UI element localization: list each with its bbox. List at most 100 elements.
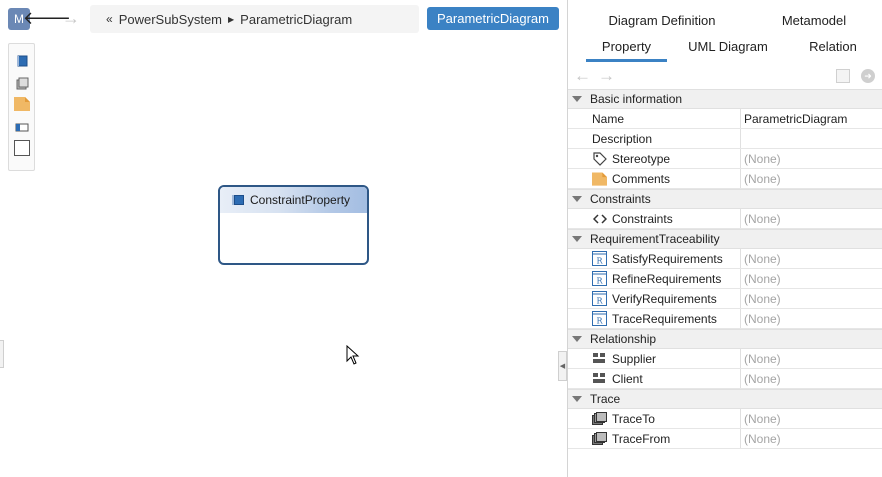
section-header[interactable]: Constraints (568, 189, 882, 209)
property-name: TraceFrom (568, 429, 741, 448)
properties-panel: Diagram Definition Metamodel Property UM… (567, 0, 882, 477)
property-value[interactable]: (None) (741, 169, 882, 188)
property-row[interactable]: TraceFrom (None) (568, 429, 882, 449)
property-value[interactable]: (None) (741, 249, 882, 268)
property-row[interactable]: R VerifyRequirements (None) (568, 289, 882, 309)
svg-text:R: R (596, 317, 603, 326)
section-header[interactable]: Relationship (568, 329, 882, 349)
property-row[interactable]: Stereotype (None) (568, 149, 882, 169)
section-title: Basic information (590, 92, 683, 106)
property-name-label: SatisfyRequirements (612, 251, 723, 266)
tab-diagram-definition[interactable]: Diagram Definition (602, 10, 722, 32)
property-row[interactable]: TraceTo (None) (568, 409, 882, 429)
collapse-triangle-icon[interactable] (572, 196, 582, 202)
constraint-property-label: ConstraintProperty (250, 193, 351, 207)
property-name-label: Client (612, 371, 643, 386)
panel-toolbar: ← → ➜ (568, 64, 882, 90)
tab-uml-diagram[interactable]: UML Diagram (683, 36, 773, 58)
section-title: Relationship (590, 332, 657, 346)
section-header[interactable]: Basic information (568, 89, 882, 109)
requirement-icon: R (592, 291, 607, 306)
property-name-label: TraceRequirements (612, 311, 717, 326)
requirement-icon: R (592, 251, 607, 266)
breadcrumb-separator-icon: ▶ (228, 14, 235, 24)
property-row[interactable]: R TraceRequirements (None) (568, 309, 882, 329)
property-value[interactable]: (None) (741, 209, 882, 228)
property-row[interactable]: Supplier (None) (568, 349, 882, 369)
collapse-triangle-icon[interactable] (572, 236, 582, 242)
property-name: Client (568, 369, 741, 388)
breadcrumb-root-icon[interactable]: « (106, 12, 113, 26)
panel-collapse-handle[interactable]: ◀ (558, 351, 567, 381)
collapse-triangle-icon[interactable] (572, 336, 582, 342)
diagram-palette (8, 43, 35, 171)
code-icon (592, 212, 607, 226)
back-arrow-icon[interactable]: 🡐 (23, 7, 71, 29)
tab-relation[interactable]: Relation (798, 36, 868, 58)
property-row[interactable]: R SatisfyRequirements (None) (568, 249, 882, 269)
constraint-block-icon (234, 195, 244, 205)
svg-text:R: R (596, 297, 603, 306)
property-value[interactable]: (None) (741, 309, 882, 328)
property-value[interactable]: (None) (741, 289, 882, 308)
property-row[interactable]: Description (568, 129, 882, 149)
part-icon[interactable] (14, 75, 30, 91)
document-icon[interactable] (836, 69, 850, 83)
property-name: R RefineRequirements (568, 269, 741, 288)
property-value[interactable]: ParametricDiagram (741, 109, 882, 128)
diagram-button[interactable]: ParametricDiagram (427, 7, 559, 30)
tab-property[interactable]: Property (586, 36, 667, 62)
property-value[interactable]: (None) (741, 429, 882, 448)
block-icon[interactable] (14, 53, 30, 69)
tabs-bottom: Property UML Diagram Relation (568, 36, 882, 62)
property-grid: Basic information Name ParametricDiagram De… (568, 89, 882, 449)
left-collapse-handle[interactable] (0, 340, 4, 368)
property-name: Name (568, 109, 741, 128)
property-name: Supplier (568, 349, 741, 368)
collapse-triangle-icon[interactable] (572, 96, 582, 102)
section-header[interactable]: Trace (568, 389, 882, 409)
property-name: R SatisfyRequirements (568, 249, 741, 268)
property-name-label: TraceFrom (612, 431, 671, 446)
comment-icon[interactable] (14, 96, 30, 112)
property-row[interactable]: Client (None) (568, 369, 882, 389)
tab-metamodel[interactable]: Metamodel (774, 10, 854, 32)
comment-icon (592, 171, 607, 186)
breadcrumb-current[interactable]: ParametricDiagram (240, 12, 352, 27)
property-name: TraceTo (568, 409, 741, 428)
property-value[interactable] (741, 129, 882, 148)
grid-icon (592, 372, 607, 386)
forward-arrow-icon[interactable]: → (61, 7, 81, 29)
property-name: Description (568, 129, 741, 148)
section-title: Constraints (590, 192, 651, 206)
property-row[interactable]: Comments (None) (568, 169, 882, 189)
constraint-property-element[interactable]: ConstraintProperty (218, 185, 369, 265)
frame-icon[interactable] (14, 140, 30, 156)
section-header[interactable]: RequirementTraceability (568, 229, 882, 249)
property-value[interactable]: (None) (741, 369, 882, 388)
collapse-triangle-icon[interactable] (572, 396, 582, 402)
property-value[interactable]: (None) (741, 349, 882, 368)
property-name: Comments (568, 169, 741, 188)
panel-back-icon[interactable]: ← (574, 66, 591, 86)
breadcrumb-parent[interactable]: PowerSubSystem (119, 12, 222, 27)
constraint-property-header[interactable]: ConstraintProperty (220, 187, 367, 213)
property-name-label: Supplier (612, 351, 657, 366)
property-value[interactable]: (None) (741, 409, 882, 428)
property-row[interactable]: Name ParametricDiagram (568, 109, 882, 129)
panel-forward-icon[interactable]: → (598, 66, 615, 86)
stack-icon (592, 432, 607, 446)
property-row[interactable]: R RefineRequirements (None) (568, 269, 882, 289)
property-name-label: Constraints (612, 211, 673, 226)
breadcrumb: « PowerSubSystem ▶ ParametricDiagram (90, 5, 419, 33)
mouse-cursor-icon (346, 345, 360, 365)
property-name-label: Name (592, 111, 625, 126)
property-name: R TraceRequirements (568, 309, 741, 328)
property-value[interactable]: (None) (741, 269, 882, 288)
svg-text:R: R (596, 277, 603, 286)
port-icon[interactable] (14, 119, 30, 135)
stack-icon (592, 412, 607, 426)
property-row[interactable]: Constraints (None) (568, 209, 882, 229)
property-value[interactable]: (None) (741, 149, 882, 168)
navigate-icon[interactable]: ➜ (861, 69, 875, 83)
